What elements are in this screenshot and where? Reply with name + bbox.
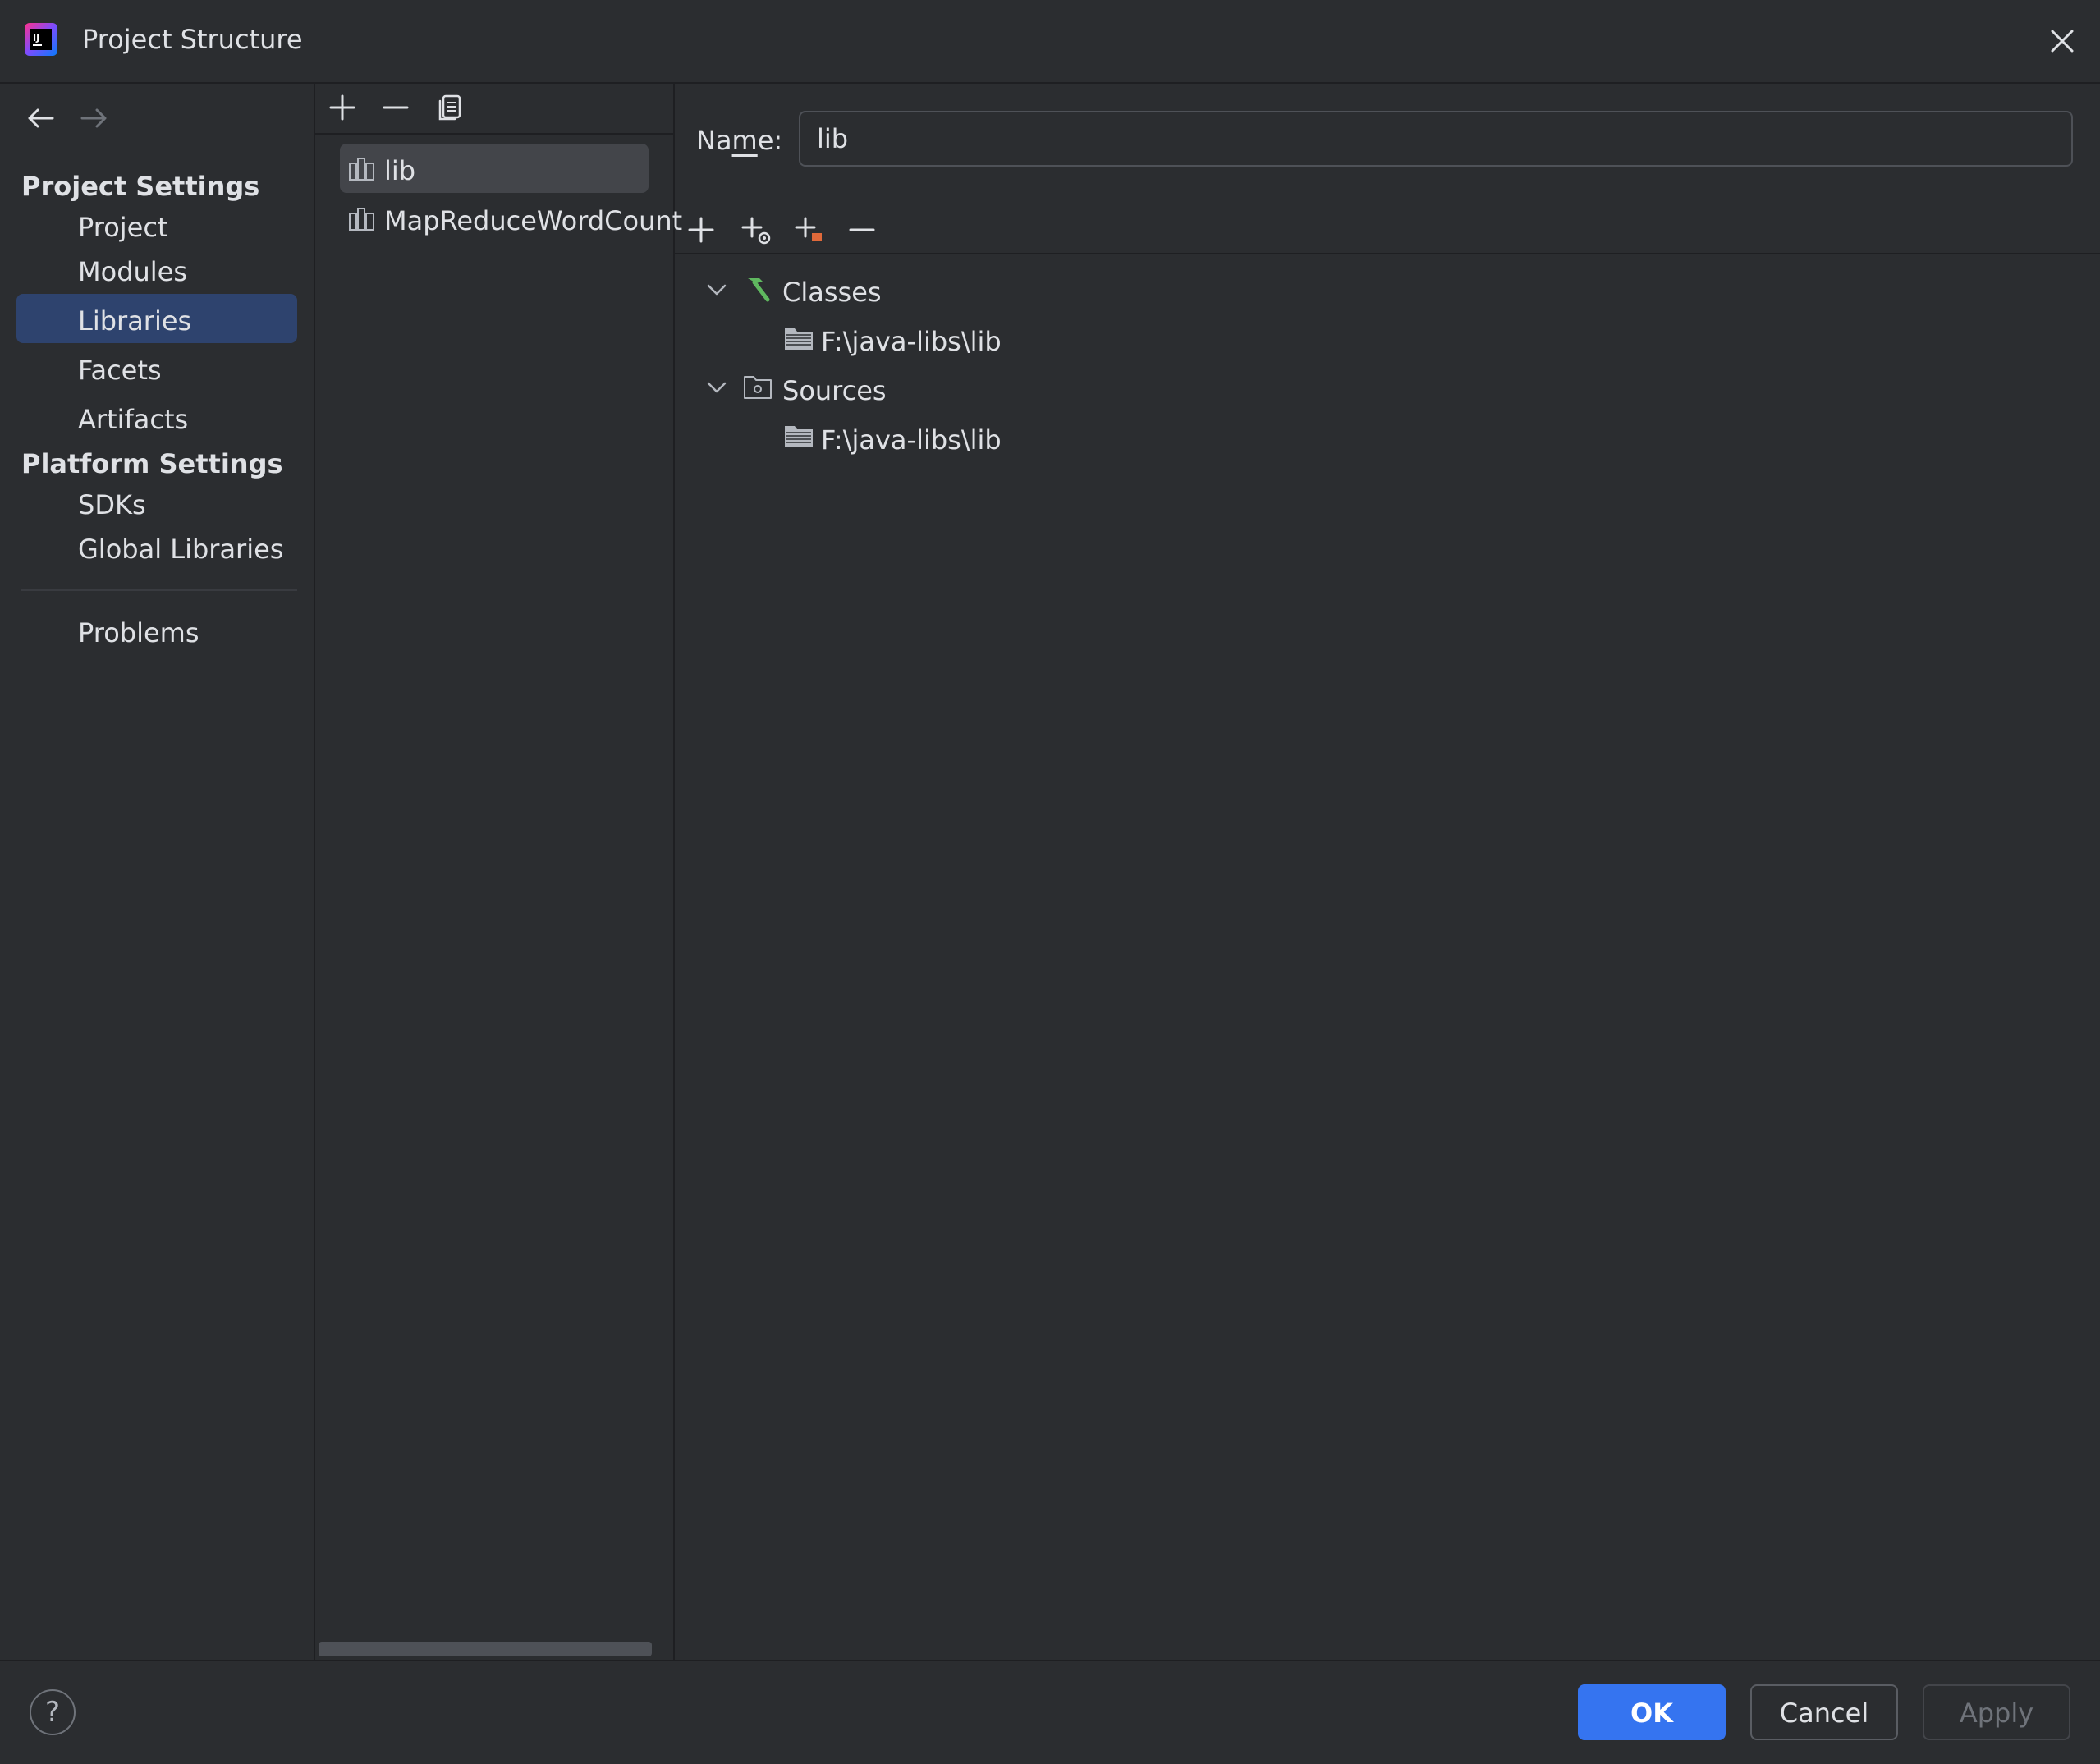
nav-item-label: Libraries [78, 305, 192, 337]
nav-item-artifacts[interactable]: Artifacts [16, 392, 297, 442]
library-name-input[interactable] [799, 111, 2073, 167]
nav-item-facets[interactable]: Facets [16, 343, 297, 392]
nav-item-label: Modules [78, 256, 188, 287]
nav-item-label: Facets [78, 355, 162, 386]
horizontal-scrollbar[interactable] [319, 1642, 652, 1656]
nav-item-project[interactable]: Project [16, 200, 297, 250]
add-special-icon[interactable] [739, 213, 772, 246]
copy-icon[interactable] [433, 91, 466, 124]
remove-icon[interactable] [846, 213, 878, 246]
ok-button[interactable]: OK [1578, 1684, 1726, 1740]
nav-item-global-libraries[interactable]: Global Libraries [16, 522, 297, 571]
library-icon [348, 205, 376, 231]
svg-text:IJ: IJ [33, 33, 39, 44]
arrow-right-icon[interactable] [76, 100, 112, 136]
chevron-down-icon[interactable] [704, 374, 730, 401]
arrow-left-icon[interactable] [23, 100, 59, 136]
apply-button[interactable]: Apply [1923, 1684, 2070, 1740]
libraries-list-panel [315, 84, 675, 1660]
intellij-idea-logo-icon: IJ [23, 21, 59, 57]
name-label-post: e: [757, 125, 783, 156]
jar-folder-icon [783, 423, 814, 451]
name-label: Name: [696, 125, 782, 156]
nav-item-libraries[interactable]: Libraries [16, 294, 297, 343]
nav-item-label: Artifacts [78, 404, 189, 435]
name-label-pre: Na [696, 125, 732, 156]
close-icon[interactable] [2044, 23, 2080, 59]
nav-item-label: SDKs [78, 489, 146, 520]
nav-item-problems[interactable]: Problems [16, 606, 297, 655]
cancel-button[interactable]: Cancel [1750, 1684, 1898, 1740]
nav-item-label: Global Libraries [78, 534, 284, 565]
library-item-mapreducewordcount[interactable]: MapReduceWordCount [340, 194, 682, 243]
section-platform-settings: Platform Settings [21, 448, 283, 479]
toolbar-divider [315, 133, 673, 135]
tree-node-sources[interactable]: Sources [782, 375, 887, 406]
chevron-down-icon[interactable] [704, 277, 730, 303]
library-item-lib[interactable]: lib [340, 144, 649, 193]
tree-node-classes[interactable]: Classes [782, 277, 882, 308]
jar-folder-icon [783, 325, 814, 353]
nav-item-sdks[interactable]: SDKs [16, 478, 297, 527]
add-icon[interactable] [685, 213, 718, 246]
toolbar-divider [675, 253, 2100, 254]
tree-node-sources-path[interactable]: F:\java-libs\lib [821, 424, 1002, 456]
add-with-marker-icon[interactable] [792, 213, 825, 246]
remove-icon[interactable] [379, 91, 412, 124]
nav-item-modules[interactable]: Modules [16, 245, 297, 294]
window-title: Project Structure [82, 24, 303, 55]
library-label: lib [384, 155, 416, 186]
add-icon[interactable] [326, 91, 359, 124]
nav-item-label: Problems [78, 617, 199, 648]
footer-divider [0, 1660, 2100, 1661]
title-bar [0, 0, 2100, 84]
help-icon[interactable]: ? [30, 1689, 76, 1735]
hammer-icon [741, 275, 773, 303]
section-project-settings: Project Settings [21, 171, 260, 202]
nav-divider [21, 589, 297, 591]
tree-node-classes-path[interactable]: F:\java-libs\lib [821, 326, 1002, 357]
nav-item-label: Project [78, 212, 168, 243]
library-label: MapReduceWordCount [384, 205, 683, 236]
library-icon [348, 155, 376, 181]
source-folder-icon [743, 373, 774, 401]
name-label-mnemonic: m [731, 125, 758, 156]
